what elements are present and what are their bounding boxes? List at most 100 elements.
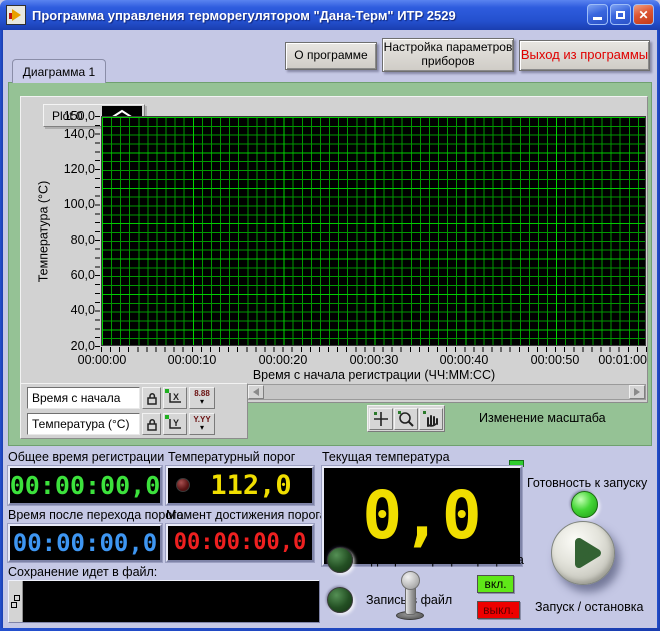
graph-palette [367, 405, 445, 432]
threshold-display: 112,0 [166, 466, 314, 505]
registration-led-label: Идет регистрация процесса [362, 553, 524, 567]
minimize-button[interactable] [587, 4, 608, 25]
current-temp-value: 0,0 [362, 483, 481, 549]
tab-diagram-1[interactable]: Диаграмма 1 [12, 59, 106, 83]
ready-led[interactable] [571, 491, 598, 518]
path-browse-strip[interactable] [9, 581, 23, 622]
threshold-moment-label: Момент достижения порога [166, 508, 327, 522]
y-tick-label: 80,0 [49, 233, 95, 247]
minimize-icon [593, 17, 602, 20]
save-file-path-control[interactable] [8, 580, 320, 623]
pan-tool-button[interactable] [419, 408, 443, 430]
zoom-scale-label: Изменение масштаба [479, 411, 606, 425]
exit-button[interactable]: Выход из программы [519, 40, 650, 71]
save-file-path-value[interactable] [23, 581, 319, 622]
switch-off-badge[interactable]: выкл. [477, 601, 520, 619]
y-axis-ticks [95, 116, 100, 347]
total-time-label: Общее время регистрации [8, 450, 164, 464]
exit-button-label: Выход из программы [521, 48, 648, 63]
close-button[interactable]: ✕ [633, 4, 654, 25]
total-time-value: 00:00:00,0 [10, 473, 161, 498]
y-autoscale-icon: Y [167, 417, 183, 431]
y-tick-label: 20,0 [49, 339, 95, 353]
y-tick-label: 140,0 [49, 127, 95, 141]
x-tick-label: 00:01:00 [585, 353, 647, 367]
y-axis-title: Температура (°C) [37, 117, 52, 347]
current-temp-display: 0,0 [322, 466, 522, 566]
y-scale-lock-button[interactable] [142, 413, 161, 435]
plot-area[interactable] [101, 116, 646, 346]
scale-legend-panel: Время с начала X 8.88 ▾ Температура (°C) [20, 383, 248, 439]
y-format-button[interactable]: Y.YY ▾ [189, 413, 215, 435]
magnifier-icon [397, 410, 415, 428]
application-window: Программа управления терморегулятором "Д… [0, 0, 660, 631]
threshold-value: 112,0 [210, 472, 291, 499]
crosshair-tool-button[interactable] [369, 408, 393, 430]
y-scale-name-input[interactable]: Температура (°C) [27, 413, 140, 435]
threshold-label: Температурный порог [168, 450, 295, 464]
autoscale-on-dot [165, 415, 169, 419]
time-after-label: Время после перехода порога [8, 508, 183, 522]
current-temp-label: Текущая температура [322, 450, 450, 464]
x-tick-label: 00:00:10 [161, 353, 223, 367]
start-stop-label: Запуск / остановка [535, 600, 643, 614]
play-icon [571, 535, 605, 571]
y-tick-label: 60,0 [49, 268, 95, 282]
arrow-right-icon [634, 388, 640, 396]
arrow-left-icon [253, 388, 259, 396]
caret-down-icon: ▾ [200, 398, 204, 406]
labview-app-icon [6, 5, 26, 25]
x-autoscale-icon: X [167, 391, 183, 405]
svg-text:X: X [173, 392, 179, 402]
maximize-button[interactable] [610, 4, 631, 25]
y-tick-label: 120,0 [49, 162, 95, 176]
x-axis-ticks [101, 347, 647, 352]
lock-icon [147, 418, 157, 431]
x-axis-title: Время с начала регистрации (ЧЧ:ММ:СС) [101, 368, 647, 382]
x-scale-lock-button[interactable] [142, 387, 161, 409]
autoscale-on-dot [165, 389, 169, 393]
y-tick-label: 100,0 [49, 197, 95, 211]
zoom-tool-button[interactable] [394, 408, 418, 430]
settings-button-label: Настройка параметров приборов [383, 41, 513, 69]
scrollbar-right-button[interactable] [629, 385, 645, 399]
x-autoscale-button[interactable]: X [163, 387, 187, 409]
switch-on-badge[interactable]: вкл. [477, 575, 514, 593]
file-write-led[interactable] [327, 587, 353, 613]
y-tick-label: 150,0 [49, 109, 95, 123]
lock-icon [147, 392, 157, 405]
x-tick-label: 00:00:30 [343, 353, 405, 367]
window-title: Программа управления терморегулятором "Д… [32, 8, 456, 23]
x-tick-label: 00:00:40 [433, 353, 495, 367]
ready-label: Готовность к запуску [527, 476, 647, 490]
scrollbar-left-button[interactable] [248, 385, 264, 399]
time-after-value: 00:00:00,0 [13, 531, 158, 555]
y-autoscale-button[interactable]: Y [163, 413, 187, 435]
start-stop-button[interactable] [551, 521, 615, 585]
x-tick-label: 00:00:20 [252, 353, 314, 367]
about-button[interactable]: О программе [285, 42, 377, 70]
hand-icon [422, 410, 440, 428]
y-tick-label: 40,0 [49, 303, 95, 317]
save-file-label: Сохранение идет в файл: [8, 565, 157, 579]
x-scale-name-input[interactable]: Время с начала [27, 387, 140, 409]
svg-text:Y: Y [173, 418, 179, 428]
x-tick-label: 00:00:50 [524, 353, 586, 367]
x-scrollbar[interactable] [247, 384, 646, 400]
window-border-left [0, 30, 3, 631]
caret-down-icon: ▾ [200, 424, 204, 432]
threshold-led [176, 478, 190, 492]
about-button-label: О программе [294, 49, 367, 63]
x-tick-label: 00:00:00 [71, 353, 133, 367]
title-bar[interactable]: Программа управления терморегулятором "Д… [0, 0, 660, 30]
settings-button[interactable]: Настройка параметров приборов [382, 38, 514, 72]
tab-page: Plot 0 150,0 140,0 120,0 100,0 80,0 60,0… [8, 82, 652, 446]
maximize-icon [616, 11, 625, 19]
total-time-display: 00:00:00,0 [8, 466, 162, 505]
registration-led[interactable] [327, 547, 353, 573]
threshold-moment-display: 00:00:00,0 [166, 524, 314, 562]
crosshair-icon [372, 410, 390, 428]
close-icon: ✕ [638, 8, 648, 22]
toggle-switch-knob[interactable] [401, 571, 420, 590]
x-format-button[interactable]: 8.88 ▾ [189, 387, 215, 409]
